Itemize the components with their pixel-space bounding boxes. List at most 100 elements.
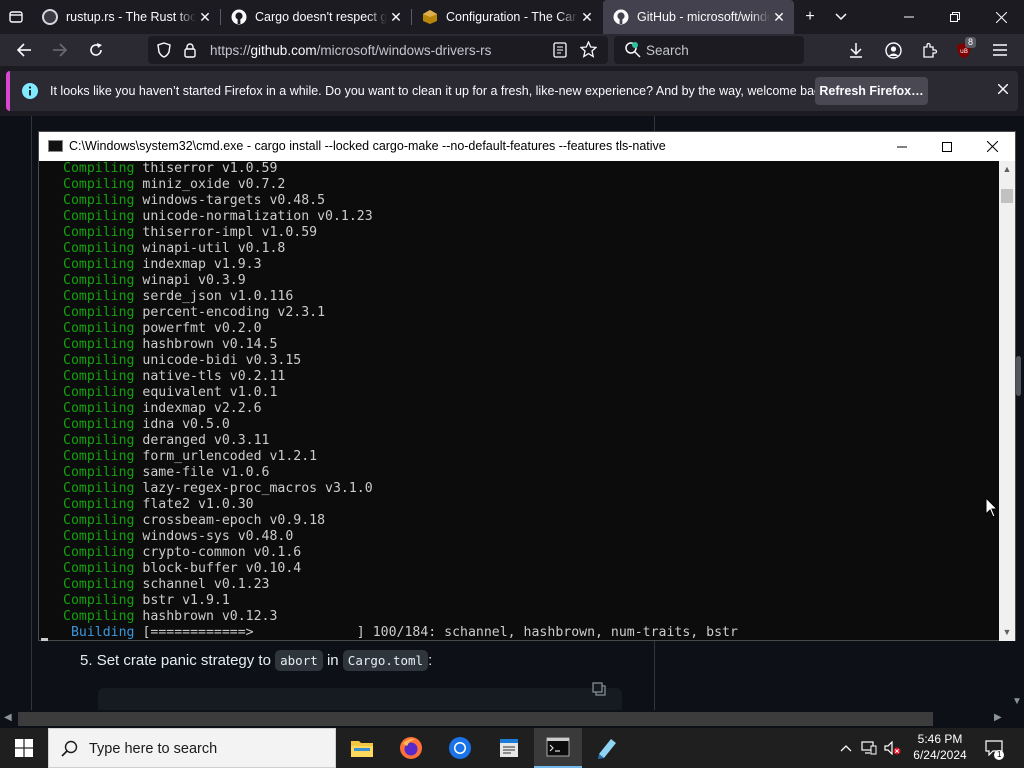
taskbar-search-placeholder: Type here to search xyxy=(89,741,218,757)
app-menu-button[interactable] xyxy=(986,37,1014,63)
compile-status: Compiling xyxy=(63,385,135,400)
crate-name: deranged v0.3.11 xyxy=(142,433,270,448)
step-in-text: in xyxy=(326,652,339,669)
ublock-origin-button[interactable]: uB 8 xyxy=(950,37,978,63)
console-line: Compiling windows-targets v0.48.5 xyxy=(63,193,999,209)
scroll-up-arrow-icon[interactable]: ▲ xyxy=(999,164,1015,174)
console-line: Compiling unicode-bidi v0.3.15 xyxy=(63,353,999,369)
close-window-button[interactable] xyxy=(978,0,1024,34)
page-left-border xyxy=(31,116,32,716)
extension-badge: 8 xyxy=(964,37,976,48)
close-tab-icon[interactable]: ✕ xyxy=(770,9,788,26)
taskbar-search-box[interactable]: Type here to search xyxy=(48,728,336,768)
network-tray-button[interactable] xyxy=(859,728,879,768)
account-button[interactable] xyxy=(879,37,907,63)
crate-name: crypto-common v0.1.6 xyxy=(142,545,302,560)
scroll-down-arrow-icon[interactable]: ▼ xyxy=(1012,696,1022,707)
cmd-scrollbar-thumb[interactable] xyxy=(1001,189,1013,203)
taskbar-app-pen[interactable] xyxy=(583,728,631,768)
new-tab-button[interactable]: + xyxy=(795,0,825,34)
volume-tray-button[interactable] xyxy=(882,728,904,768)
taskbar-notepad-app[interactable] xyxy=(485,728,533,768)
crate-name: lazy-regex-proc_macros v3.1.0 xyxy=(142,481,373,496)
taskbar-chrome[interactable] xyxy=(436,728,484,768)
github-favicon-icon xyxy=(231,9,247,25)
step-suffix: : xyxy=(428,652,433,669)
scroll-left-arrow-icon[interactable]: ◀ xyxy=(4,712,12,723)
reload-icon xyxy=(90,43,102,56)
cmd-title-bar[interactable]: C:\Windows\system32\cmd.exe - cargo inst… xyxy=(39,132,1015,161)
compile-status: Compiling xyxy=(63,593,135,608)
minimize-icon xyxy=(897,146,907,147)
tab-cargo-config[interactable]: Configuration - The Cargo Book ✕ xyxy=(412,0,602,34)
page-scrollbar-thumb[interactable] xyxy=(1016,356,1021,396)
cmd-window[interactable]: C:\Windows\system32\cmd.exe - cargo inst… xyxy=(38,131,1016,641)
console-line: Compiling lazy-regex-proc_macros v3.1.0 xyxy=(63,481,999,497)
info-icon xyxy=(22,83,38,99)
compile-status: Compiling xyxy=(63,465,135,480)
cargo-book-favicon-icon xyxy=(423,10,437,24)
search-engine-icon[interactable] xyxy=(624,41,642,59)
tab-rustup[interactable]: rustup.rs - The Rust toolchain installer… xyxy=(32,0,221,34)
minimize-icon xyxy=(904,16,914,18)
restore-icon xyxy=(950,12,960,22)
reader-view-icon[interactable] xyxy=(553,42,567,58)
firefox-view-button[interactable] xyxy=(4,5,28,29)
navigation-toolbar: https://github.com/microsoft/windows-dri… xyxy=(0,34,1024,66)
reload-button[interactable] xyxy=(82,37,110,63)
compile-status: Compiling xyxy=(63,577,135,592)
tab-github-windows-drivers[interactable]: GitHub - microsoft/windows-drivers-rs ✕ xyxy=(603,0,794,34)
crate-name: indexmap v1.9.3 xyxy=(142,257,262,272)
start-button[interactable] xyxy=(0,728,48,768)
network-icon xyxy=(861,741,877,755)
taskbar-file-explorer[interactable] xyxy=(338,728,386,768)
tracking-protection-shield-icon[interactable] xyxy=(157,42,171,58)
crate-name: powerfmt v0.2.0 xyxy=(142,321,262,336)
back-button[interactable] xyxy=(10,37,38,63)
cmd-maximize-button[interactable] xyxy=(924,132,970,161)
url-text[interactable]: https://github.com/microsoft/windows-dri… xyxy=(210,43,491,58)
scroll-down-arrow-icon[interactable]: ▼ xyxy=(999,627,1015,637)
restore-window-button[interactable] xyxy=(932,0,978,34)
close-icon xyxy=(986,141,998,152)
url-bar[interactable]: https://github.com/microsoft/windows-dri… xyxy=(148,36,608,64)
copy-icon[interactable] xyxy=(592,682,606,696)
scroll-right-arrow-icon[interactable]: ▶ xyxy=(994,712,1002,723)
url-prefix: https:// xyxy=(210,43,251,58)
crate-name: crossbeam-epoch v0.9.18 xyxy=(142,513,326,528)
console-line: Compiling serde_json v1.0.116 xyxy=(63,289,999,305)
lock-icon[interactable] xyxy=(184,42,196,58)
close-tab-icon[interactable]: ✕ xyxy=(387,9,405,26)
downloads-button[interactable] xyxy=(842,37,870,63)
action-center-button[interactable]: 1 xyxy=(980,728,1008,768)
close-tab-icon[interactable]: ✕ xyxy=(578,9,596,26)
console-line: Compiling hashbrown v0.14.5 xyxy=(63,337,999,353)
forward-button[interactable] xyxy=(46,37,74,63)
close-notification-button[interactable] xyxy=(997,81,1009,97)
show-hidden-icons-button[interactable] xyxy=(836,728,856,768)
taskbar-firefox[interactable] xyxy=(387,728,435,768)
horizontal-scrollbar-thumb[interactable] xyxy=(18,712,933,726)
chevron-up-icon xyxy=(840,745,852,752)
taskbar-clock[interactable]: 5:46 PM 6/24/2024 xyxy=(905,731,975,763)
cmd-vertical-scrollbar[interactable]: ▲ ▼ xyxy=(999,161,1015,641)
crate-name: windows-sys v0.48.0 xyxy=(142,529,294,544)
console-line: Compiling schannel v0.1.23 xyxy=(63,577,999,593)
bookmark-star-icon[interactable] xyxy=(580,41,597,58)
close-tab-icon[interactable]: ✕ xyxy=(196,9,214,26)
minimize-window-button[interactable] xyxy=(886,0,932,34)
list-all-tabs-button[interactable] xyxy=(826,0,856,34)
console-output[interactable]: Compiling thiserror v1.0.59 Compiling min… xyxy=(39,161,999,641)
refresh-firefox-button[interactable]: Refresh Firefox… xyxy=(815,77,928,105)
compile-status: Compiling xyxy=(63,481,135,496)
tab-cargo-git[interactable]: Cargo doesn't respect git config ✕ xyxy=(221,0,412,34)
taskbar-cmd[interactable] xyxy=(534,728,582,768)
cmd-app-icon xyxy=(48,140,63,152)
compile-status: Compiling xyxy=(63,193,135,208)
cmd-minimize-button[interactable] xyxy=(879,132,925,161)
extensions-button[interactable] xyxy=(915,37,943,63)
search-bar[interactable]: Search xyxy=(614,36,804,64)
console-line: Compiling flate2 v1.0.30 xyxy=(63,497,999,513)
crate-name: bstr v1.9.1 xyxy=(142,593,230,608)
cmd-close-button[interactable] xyxy=(969,132,1015,161)
